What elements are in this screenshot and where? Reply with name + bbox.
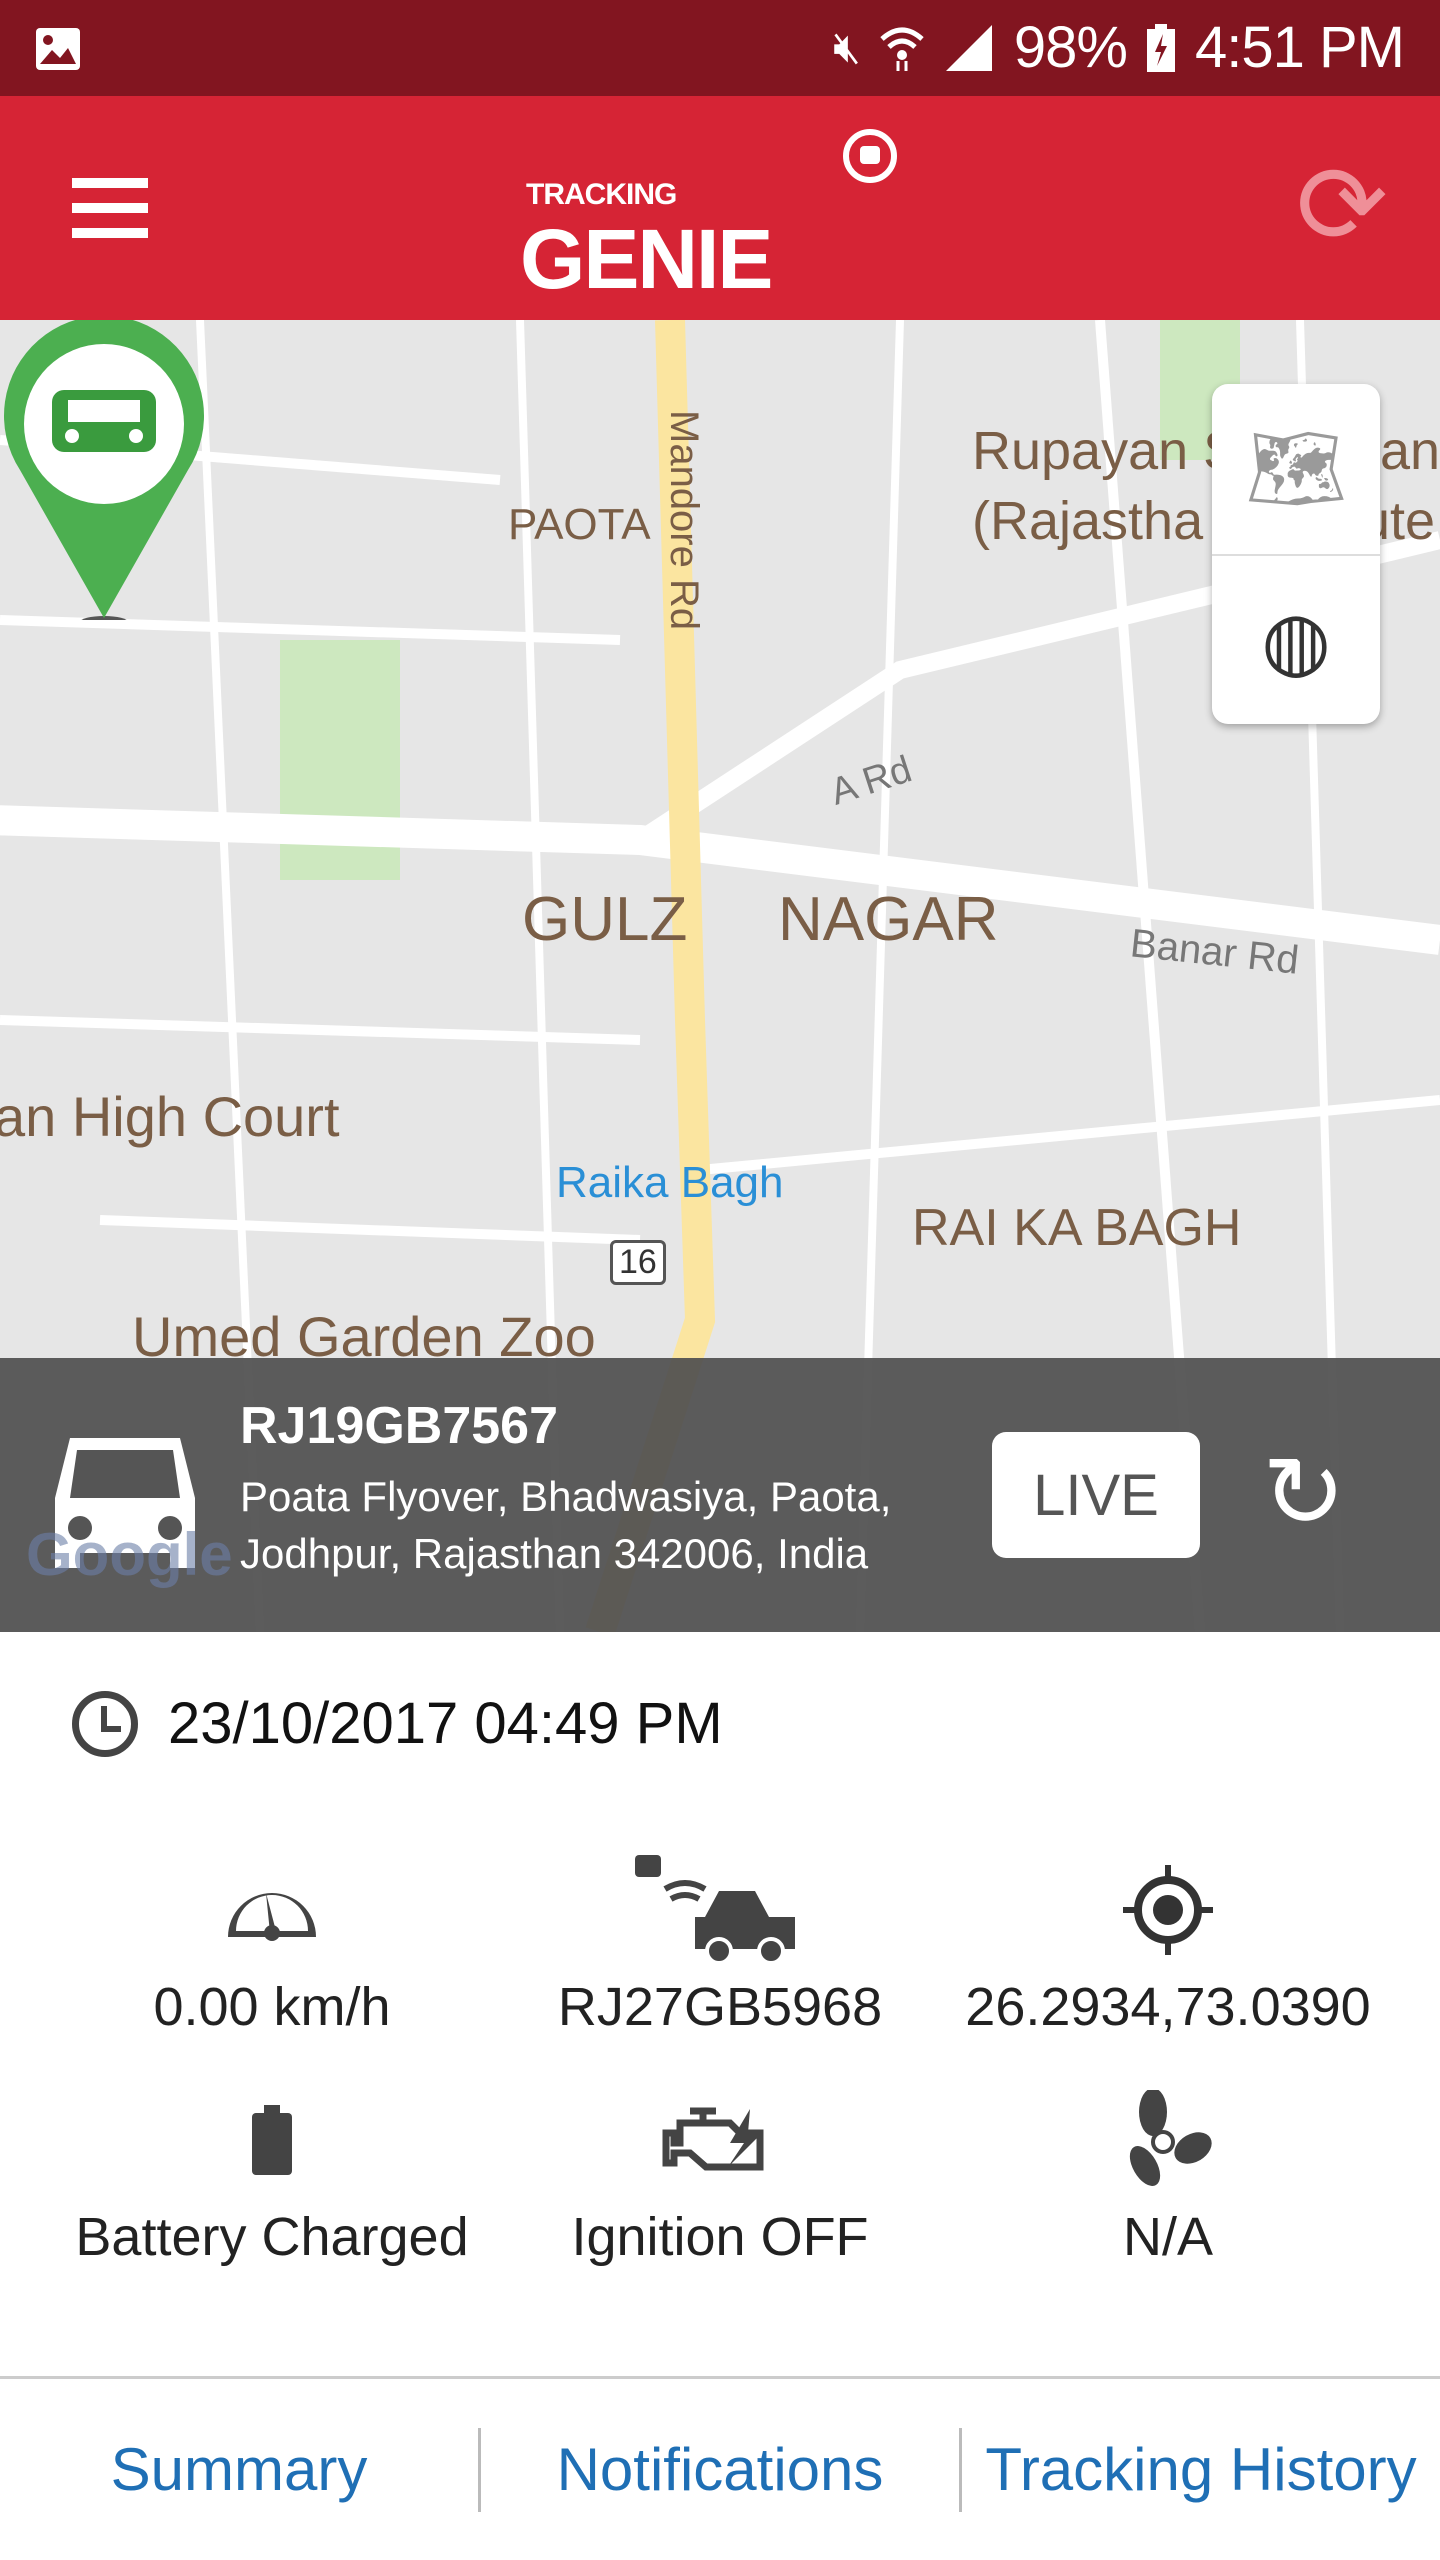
- sync-icon[interactable]: ⟳: [1292, 146, 1392, 266]
- ac-status: N/A: [1122, 2207, 1214, 2267]
- map-view-icon[interactable]: 🗺︎: [1212, 384, 1380, 554]
- device-id: RJ27GB5968: [557, 1977, 883, 2037]
- map-label-mandore-rd: Mandore Rd: [662, 410, 706, 631]
- battery-percent: 98%: [1013, 15, 1128, 80]
- vehicle-plate: RJ19GB7567: [240, 1397, 558, 1455]
- fan-icon: [1129, 2090, 1212, 2186]
- signal-icon: [945, 24, 992, 71]
- mute-icon: 🔇︎: [833, 22, 861, 72]
- timestamp: 23/10/2017 04:49 PM: [168, 1691, 723, 1756]
- tab-notifications[interactable]: Notifications: [481, 2435, 959, 2504]
- tracking-genie-logo: TRACKING GENIE: [520, 116, 920, 316]
- app-header: TRACKING GENIE ⟳: [0, 96, 1440, 320]
- map-label-rupayan: Rupayan S: [972, 421, 1240, 481]
- speed-value: 0.00 km/h: [153, 1977, 391, 2037]
- map-label-paota: PAOTA: [508, 500, 651, 549]
- map-label-nagar: NAGAR: [778, 885, 999, 954]
- tab-tracking-history[interactable]: Tracking History: [962, 2435, 1440, 2504]
- coordinates-value: 26.2934,73.0390: [965, 1977, 1371, 2037]
- battery-stat: Battery Charged: [42, 2080, 502, 2268]
- tab-summary[interactable]: Summary: [0, 2435, 478, 2504]
- bottom-tabs: Summary Notifications Tracking History: [0, 2379, 1440, 2560]
- map-label-raika-bagh-station: Raika Bagh: [556, 1158, 784, 1207]
- map-label-high-court: an High Court: [0, 1085, 340, 1148]
- satellite-globe-icon[interactable]: ◍: [1212, 554, 1380, 724]
- map-label-rajasthan: (Rajastha: [972, 491, 1204, 551]
- google-watermark: Google: [26, 1521, 233, 1588]
- status-bar: 🔇︎ 98% 4:51 PM: [0, 0, 1440, 96]
- speedometer-icon: [228, 1893, 316, 1941]
- connected-car-icon: [635, 1855, 795, 1965]
- ignition-stat: Ignition OFF: [490, 2080, 950, 2268]
- logo-text-top: TRACKING: [526, 178, 677, 211]
- logo-text-main: GENIE: [520, 212, 773, 306]
- ac-stat: N/A: [938, 2080, 1398, 2268]
- clock-icon: [72, 1690, 138, 1757]
- map-type-toggle: 🗺︎ ◍: [1212, 384, 1380, 724]
- battery-status: Battery Charged: [75, 2207, 469, 2267]
- hamburger-icon[interactable]: [72, 178, 148, 238]
- gps-target-icon: [1123, 1865, 1213, 1955]
- coordinates-stat: 26.2934,73.0390: [938, 1850, 1398, 2038]
- battery-icon: [252, 2105, 292, 2175]
- last-update: 23/10/2017 04:49 PM: [72, 1690, 723, 1757]
- wifi-icon: [880, 27, 924, 71]
- map-label-gulzar: GULZ: [522, 885, 688, 954]
- vehicle-address: Poata Flyover, Bhadwasiya, Paota, Jodhpu…: [240, 1473, 892, 1577]
- battery-charging-icon: [1147, 23, 1175, 72]
- device-stat: RJ27GB5968: [490, 1850, 950, 2038]
- highway-16-shield: 16: [610, 1240, 666, 1285]
- reload-icon[interactable]: ↻: [1262, 1438, 1346, 1548]
- vehicle-location-pin-icon[interactable]: [0, 320, 208, 620]
- clock-time: 4:51 PM: [1195, 15, 1405, 80]
- speed-stat: 0.00 km/h: [42, 1850, 502, 2038]
- live-button[interactable]: LIVE: [992, 1432, 1200, 1558]
- engine-icon: [662, 2107, 764, 2171]
- map-label-rai-ka-bagh: RAI KA BAGH: [912, 1199, 1242, 1257]
- image-icon: [36, 28, 80, 70]
- vehicle-info-panel: RJ19GB7567 Poata Flyover, Bhadwasiya, Pa…: [0, 1358, 1440, 1632]
- map-label-rupayan-end: an: [1380, 421, 1440, 481]
- ignition-status: Ignition OFF: [571, 2207, 869, 2267]
